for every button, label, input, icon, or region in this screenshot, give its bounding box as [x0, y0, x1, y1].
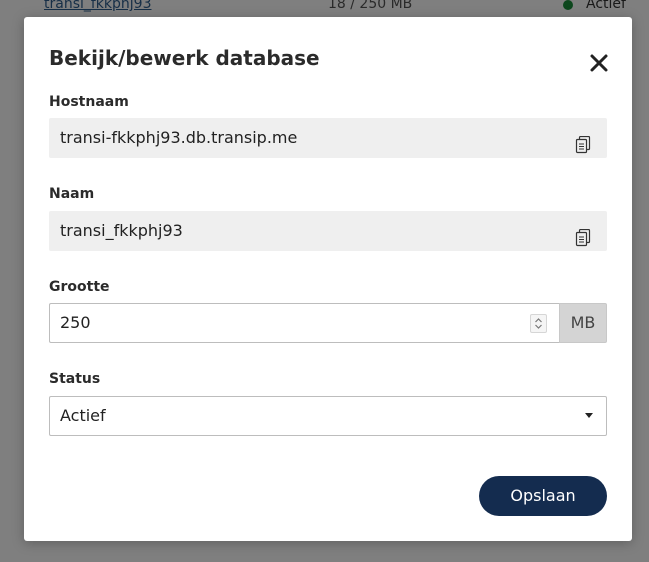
stepper-arrows-icon [535, 318, 542, 329]
save-button[interactable]: Opslaan [479, 476, 607, 516]
status-label: Status [49, 371, 101, 387]
hostname-field: transi-fkkphj93.db.transip.me [49, 118, 607, 158]
modal-title: Bekijk/bewerk database [49, 46, 320, 70]
status-selected-value: Actief [60, 406, 106, 425]
copy-icon [575, 228, 591, 247]
size-label: Grootte [49, 279, 110, 295]
copy-name-button[interactable] [575, 222, 591, 247]
size-input-group: 250 MB [49, 303, 607, 343]
hostname-value: transi-fkkphj93.db.transip.me [60, 128, 298, 147]
chevron-down-icon [585, 413, 593, 418]
close-icon [590, 54, 608, 72]
size-stepper[interactable] [530, 314, 547, 333]
hostname-label: Hostnaam [49, 94, 129, 110]
copy-icon [575, 135, 591, 154]
size-value: 250 [60, 313, 91, 332]
name-field: transi_fkkphj93 [49, 211, 607, 251]
copy-hostname-button[interactable] [575, 129, 591, 154]
edit-database-modal: Bekijk/bewerk database Hostnaam transi-f… [24, 17, 632, 541]
name-value: transi_fkkphj93 [60, 221, 183, 240]
status-select[interactable]: Actief [49, 396, 607, 436]
close-button[interactable] [587, 51, 611, 75]
size-input[interactable]: 250 [49, 303, 559, 343]
size-unit-addon: MB [559, 303, 607, 343]
name-label: Naam [49, 186, 95, 202]
